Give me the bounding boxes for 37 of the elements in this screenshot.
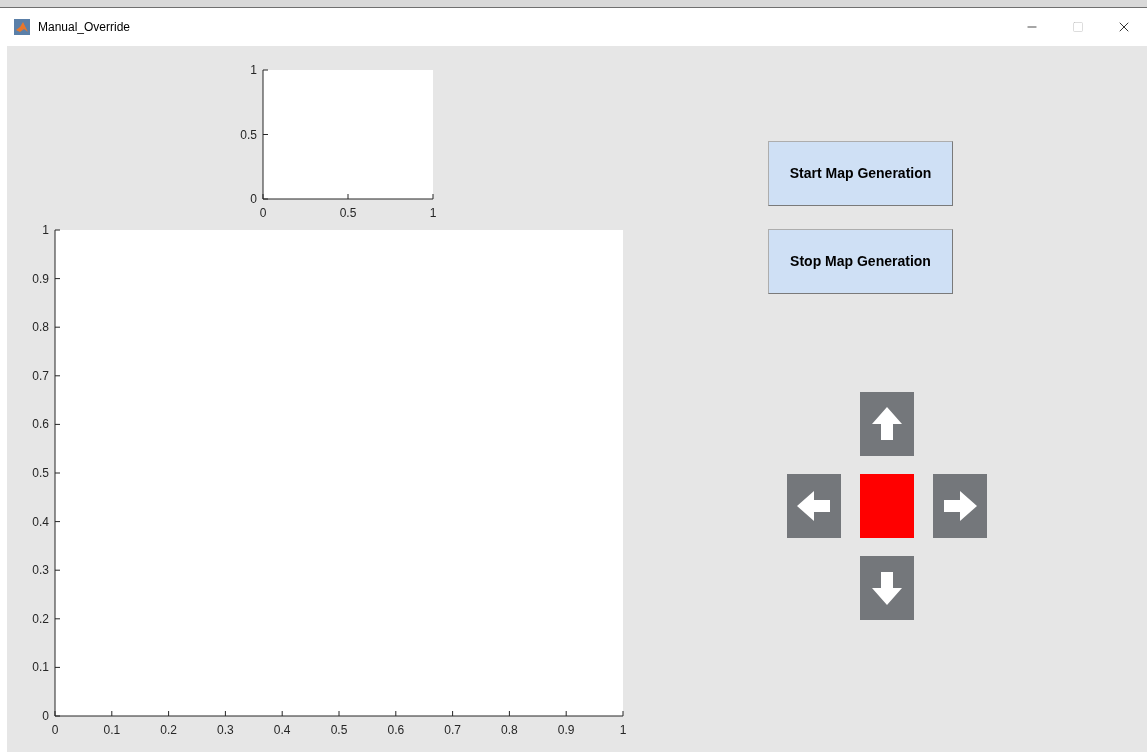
x-tick-label: 0.5 [339,206,357,220]
x-tick-label: 0 [51,723,59,737]
y-tick-label: 0.6 [32,417,49,432]
window-title: Manual_Override [38,19,131,36]
y-tick-label: 0.9 [32,271,49,286]
y-tick-label: 0.8 [32,320,49,335]
x-tick-label: 1 [429,206,437,220]
y-tick-label: 0.1 [32,660,49,675]
y-tick-label: 0.5 [240,127,257,142]
up-button[interactable] [860,392,914,456]
left-button[interactable] [787,474,841,538]
y-tick-label: 0.5 [32,466,49,480]
x-tick-label: 0.8 [501,723,518,737]
maximize-icon [1072,21,1084,33]
down-button[interactable] [860,556,914,620]
x-tick-label: 0.5 [330,723,348,737]
y-tick-label: 1 [250,63,257,77]
y-tick-label: 1 [42,223,49,237]
y-tick-label: 0.2 [32,611,49,626]
app-logo-icon [14,19,30,35]
y-tick-label: 0.4 [32,514,49,529]
y-tick-label: 0.7 [32,368,49,383]
right-button[interactable] [933,474,987,538]
x-tick-label: 0.6 [387,723,405,737]
x-tick-label: 0.1 [103,723,121,737]
y-tick-label: 0 [42,709,49,723]
y-tick-label: 0.3 [32,563,49,578]
x-tick-label: 0.3 [217,723,234,737]
y-tick-label: 0 [250,192,257,206]
x-tick-label: 0 [259,206,267,220]
x-tick-label: 1 [619,723,627,737]
x-tick-label: 0.4 [273,723,291,737]
x-tick-label: 0.7 [444,723,461,737]
push-button[interactable]: Stop Map Generation [768,229,953,294]
x-tick-label: 0.9 [557,723,575,737]
push-button[interactable]: Start Map Generation [768,141,953,206]
x-tick-label: 0.2 [160,723,177,737]
